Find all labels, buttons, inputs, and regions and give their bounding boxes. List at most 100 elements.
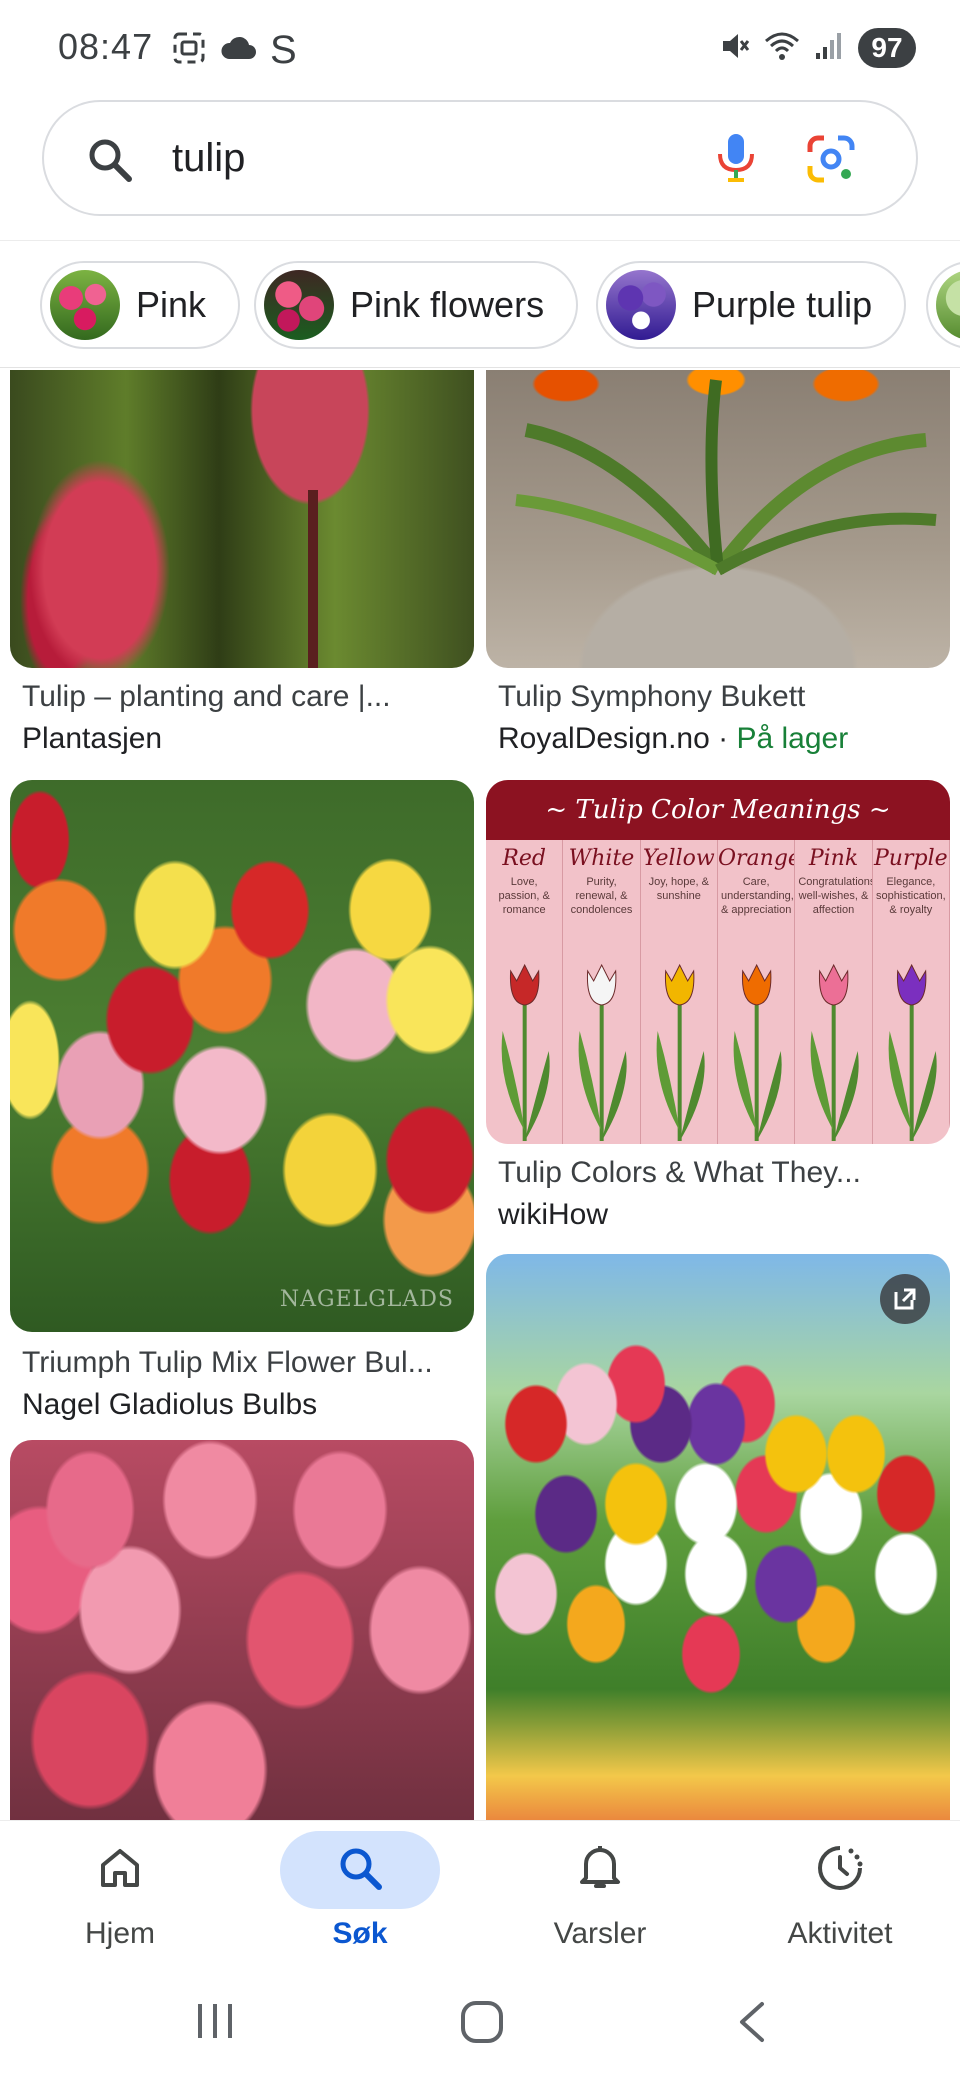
result-card[interactable]: Tulip – planting and care |... Plantasje… [10,370,474,755]
color-meaning: Love, passion, & romance [498,876,550,916]
activity-icon [815,1843,865,1898]
system-navigation-bar [0,1970,960,2080]
nav-activity[interactable]: Aktivitet [750,1831,930,1971]
result-card[interactable] [486,1254,950,1820]
result-source: wikiHow [498,1198,609,1231]
result-card[interactable]: ~ Tulip Color Meanings ~ Red Love, passio… [486,780,950,1300]
result-source: RoyalDesign.no · På lager [498,722,848,756]
result-source-name: RoyalDesign.no [498,722,710,755]
result-title[interactable]: Tulip Symphony Bukett [498,680,805,714]
tulip-illustration [578,963,627,1141]
infographic-header: ~ Tulip Color Meanings ~ [486,780,950,840]
lens-icon[interactable] [806,134,856,189]
infographic-heading: ~ Tulip Color Meanings ~ [545,795,891,825]
infographic-column: Orange Care, understanding, & appreciatio… [718,840,796,1144]
infographic-column: Purple Elegance, sophistication, & royalt… [873,840,950,1144]
search-bar-container: tulip [0,96,960,240]
result-image[interactable] [10,370,474,668]
bottom-navigation: Hjem Søk Varsler Aktivitet [0,1820,960,1970]
status-left-icons: S [172,30,297,70]
tulip-illustration [733,963,782,1141]
chip-thumbnail [936,270,960,340]
nav-label: Varsler [553,1917,647,1950]
result-title[interactable]: Tulip Colors & What They... [498,1156,861,1190]
infographic-columns: Red Love, passion, & romance White Purity, … [486,840,950,1144]
search-input[interactable]: tulip [42,100,918,216]
nav-icon-container [280,1831,440,1909]
tulip-illustration [656,963,705,1141]
infographic-column: Yellow Joy, hope, & sunshine [641,840,718,1144]
image-results-grid: Tulip – planting and care |... Plantasje… [0,370,960,1820]
nav-home[interactable]: Hjem [30,1831,210,1971]
color-meaning: Elegance, sophistication, & royalty [875,876,946,916]
chip-thumbnail [606,270,676,340]
result-title[interactable]: Tulip – planting and care |... [22,680,391,714]
s-icon: S [270,28,297,72]
infographic-column: Pink Congratulations, well-wishes, & affe… [795,840,873,1144]
nav-icon-container [40,1831,200,1909]
infographic-column: Red Love, passion, & romance [486,840,564,1144]
color-name: Pink [808,846,859,871]
infographic-column: White Purity, renewal, & condolences [563,840,641,1144]
result-image[interactable] [486,1254,950,1820]
color-name: Red [502,846,546,871]
chip-label: Pink flowers [350,284,545,325]
status-right-icons: 97 [720,28,916,68]
leaves-graphic [515,379,937,576]
result-image[interactable]: NAGELGLADS [10,780,474,1332]
recents-icon[interactable] [194,2000,236,2047]
search-icon [86,136,134,189]
battery-level: 97 [858,28,916,68]
result-image[interactable]: ~ Tulip Color Meanings ~ Red Love, passio… [486,780,950,1144]
color-meaning: Congratulations, well-wishes, & affectio… [798,876,873,916]
result-card[interactable] [10,1440,474,1820]
home-button-icon[interactable] [460,2000,504,2049]
wifi-icon [764,31,800,66]
search-query[interactable]: tulip [172,136,245,181]
search-icon [336,1844,384,1897]
nav-notifications[interactable]: Varsler [510,1831,690,1971]
nav-label: Aktivitet [787,1917,893,1950]
bell-icon [578,1844,622,1897]
color-name: Yellow [642,846,715,871]
result-card[interactable]: NAGELGLADS Triumph Tulip Mix Flower Bul.… [10,780,474,1436]
status-time: 08:47 [58,26,154,67]
result-separator: · [709,722,737,755]
nav-label: Hjem [84,1917,155,1950]
back-icon[interactable] [734,2000,770,2049]
chip-purple-tulip[interactable]: Purple tulip [596,261,907,349]
color-name: White [568,846,635,871]
open-in-new-icon[interactable] [880,1274,930,1324]
color-name: Orange [718,846,796,871]
stock-status: På lager [736,722,849,755]
nav-search[interactable]: Søk [270,1831,450,1971]
result-title[interactable]: Triumph Tulip Mix Flower Bul... [22,1346,433,1380]
color-name: Purple [874,846,948,871]
tulip-illustration [501,963,550,1141]
nav-label: Søk [332,1917,388,1950]
result-source: Plantasjen [22,722,163,755]
signal-icon [814,31,844,66]
result-image[interactable] [486,370,950,668]
mic-icon[interactable] [716,132,756,189]
cloud-icon [220,35,256,66]
color-meaning: Care, understanding, & appreciation [721,876,794,916]
chip-pink[interactable]: Pink [40,261,241,349]
watermark: NAGELGLADS [279,1287,454,1312]
color-meaning: Purity, renewal, & condolences [570,876,633,916]
tulip-illustration [810,963,859,1141]
status-bar: 08:47 S 97 [0,0,960,96]
nav-icon-container [520,1831,680,1909]
chip-more[interactable] [926,261,960,349]
result-source: Nagel Gladiolus Bulbs [22,1388,318,1421]
result-image[interactable] [10,1440,474,1820]
chip-pink-flowers[interactable]: Pink flowers [254,261,579,349]
screenshot-icon [172,31,206,70]
result-card[interactable]: Tulip Symphony Bukett RoyalDesign.no · P… [486,370,950,755]
tulip-illustration [888,963,937,1141]
mute-icon [720,30,750,67]
flower-stem [308,490,318,668]
home-icon [97,1845,143,1896]
chip-label: Pink [136,284,207,325]
nav-icon-container [760,1831,920,1909]
